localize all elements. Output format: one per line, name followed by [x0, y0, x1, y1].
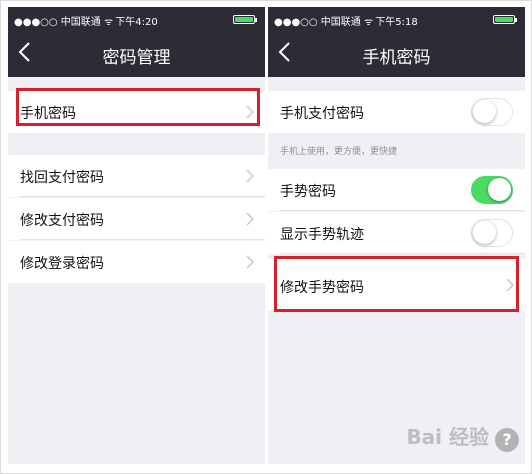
list-item-recover-pay-password[interactable]: 找回支付密码	[8, 155, 265, 197]
navigation-bar: ●●●○○ 中国联通 ᯤ 下午4:20 密码管理	[8, 7, 265, 77]
divider	[20, 196, 265, 197]
gesture-trail-toggle[interactable]	[471, 219, 513, 247]
toggle-knob	[473, 100, 496, 123]
status-time: 下午4:20	[115, 17, 158, 28]
list-item-phone-pay-password[interactable]: 手机支付密码	[268, 91, 525, 133]
list-item-label: 修改登录密码	[20, 256, 104, 272]
list-item-label: 手势密码	[280, 184, 336, 200]
chevron-right-icon	[246, 212, 255, 226]
chevron-right-icon	[246, 255, 255, 269]
list-item-gesture-password[interactable]: 手势密码	[268, 169, 525, 211]
toggle-knob	[488, 178, 511, 201]
list-item-label: 手机支付密码	[280, 106, 364, 122]
status-bar: ●●●○○ 中国联通 ᯤ 下午5:18	[268, 11, 525, 28]
left-phone-screen: ●●●○○ 中国联通 ᯤ 下午4:20 密码管理 手机密码 找回支付密码 修改支…	[8, 7, 265, 464]
navigation-bar: ●●●○○ 中国联通 ᯤ 下午5:18 手机密码	[268, 7, 525, 77]
toggle-knob	[473, 221, 496, 244]
page-title: 密码管理	[102, 48, 171, 68]
divider	[280, 210, 525, 211]
gesture-password-toggle[interactable]	[471, 176, 513, 204]
watermark-logo: Bai 经验	[406, 425, 489, 449]
watermark-badge: ?	[495, 428, 519, 452]
list-item-label: 显示手势轨迹	[280, 227, 364, 243]
list-item-change-pay-password[interactable]: 修改支付密码	[8, 198, 265, 240]
list-item-label: 找回支付密码	[20, 170, 104, 186]
list-item-change-login-password[interactable]: 修改登录密码	[8, 241, 265, 283]
status-time: 下午5:18	[375, 17, 418, 28]
status-bar: ●●●○○ 中国联通 ᯤ 下午4:20	[8, 11, 265, 28]
list-item-show-gesture-trail[interactable]: 显示手势轨迹	[268, 212, 525, 254]
highlight-box	[274, 256, 519, 312]
page-title: 手机密码	[362, 48, 431, 68]
battery-icon	[233, 15, 257, 24]
battery-icon	[493, 15, 517, 24]
hint-text: 手机上使用，更方便，更快捷	[280, 147, 398, 157]
divider	[20, 239, 265, 240]
list-item-label: 修改支付密码	[20, 213, 104, 229]
divider	[280, 253, 525, 254]
chevron-right-icon	[246, 169, 255, 183]
right-phone-screen: ●●●○○ 中国联通 ᯤ 下午5:18 手机密码 手机支付密码 手机上使用，更方…	[268, 7, 525, 464]
highlight-box	[16, 88, 260, 126]
pay-password-toggle[interactable]	[471, 98, 513, 126]
